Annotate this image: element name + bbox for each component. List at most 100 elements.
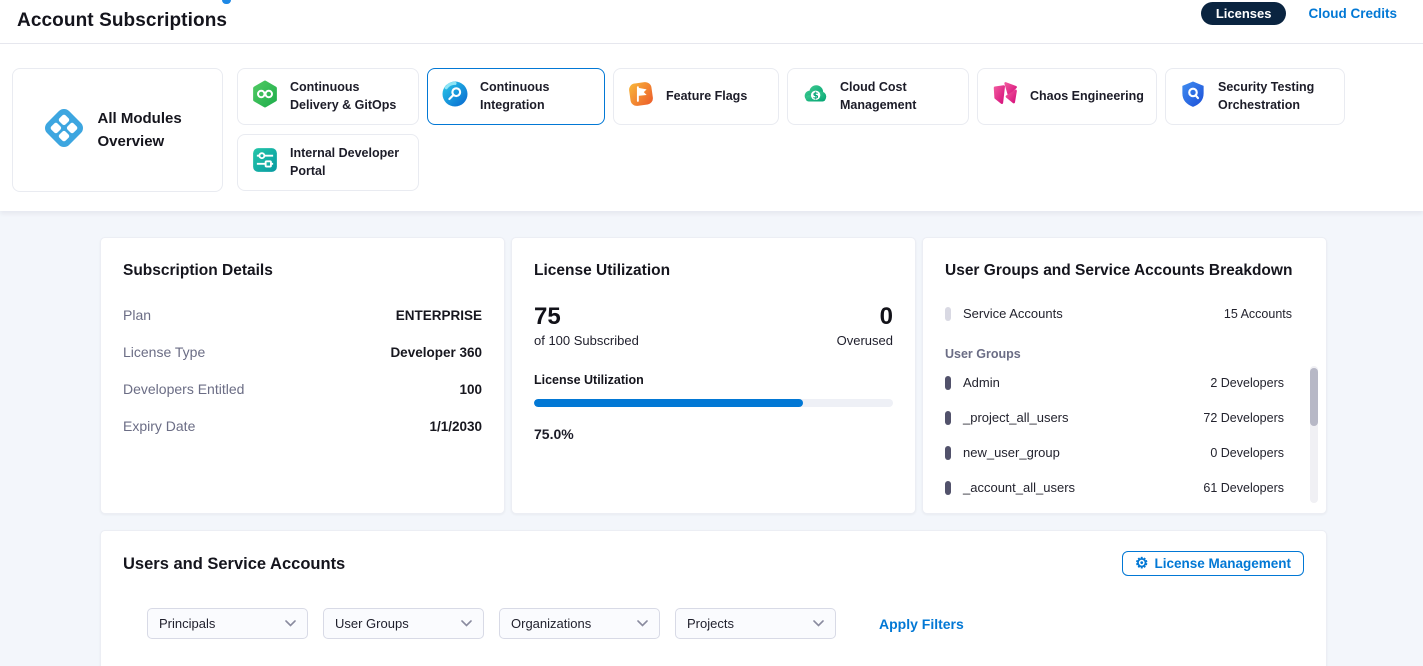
module-label: Cloud Cost Management <box>840 79 956 114</box>
clipped-header-icon <box>222 0 231 4</box>
detail-value: Developer 360 <box>390 345 482 360</box>
user-group-row: _account_all_users 61 Developers <box>945 480 1284 495</box>
module-card-chaos-engineering[interactable]: Chaos Engineering <box>977 68 1157 125</box>
header-tabs: Licenses Cloud Credits <box>1201 2 1397 25</box>
detail-row-plan: Plan ENTERPRISE <box>123 307 482 323</box>
utilization-percent: 75.0% <box>534 426 893 442</box>
module-row-2: Internal Developer Portal <box>237 134 1345 191</box>
chevron-down-icon <box>637 620 648 627</box>
feature-flags-icon <box>626 79 656 114</box>
detail-label: License Type <box>123 344 205 360</box>
cloud-cost-icon: $ <box>800 79 830 114</box>
service-accounts-row: Service Accounts 15 Accounts <box>945 306 1304 321</box>
breakdown-scrollbar-track[interactable] <box>1310 366 1318 503</box>
module-card-cd-gitops[interactable]: Continuous Delivery & GitOps <box>237 68 419 125</box>
detail-value: 1/1/2030 <box>429 419 482 434</box>
module-row-1: Continuous Delivery & GitOps Continuous … <box>237 68 1345 125</box>
overused-block: 0 Overused <box>837 304 893 348</box>
user-group-marker <box>945 446 951 460</box>
service-accounts-count: 15 Accounts <box>1224 307 1292 321</box>
idp-icon <box>250 145 280 180</box>
utilization-progress-fill <box>534 399 803 407</box>
module-label: Continuous Delivery & GitOps <box>290 79 406 114</box>
license-utilization-card: License Utilization 75 of 100 Subscribed… <box>511 237 916 514</box>
user-group-row: new_user_group 0 Developers <box>945 445 1284 460</box>
chevron-down-icon <box>461 620 472 627</box>
all-modules-overview-card[interactable]: All Modules Overview <box>12 68 223 192</box>
detail-label: Developers Entitled <box>123 381 244 397</box>
service-accounts-label: Service Accounts <box>963 306 1063 321</box>
dropdown-label: Projects <box>687 616 734 631</box>
subscription-detail-rows: Plan ENTERPRISE License Type Developer 3… <box>123 307 482 434</box>
detail-value: 100 <box>459 382 482 397</box>
projects-dropdown[interactable]: Projects <box>675 608 836 639</box>
module-card-internal-developer-portal[interactable]: Internal Developer Portal <box>237 134 419 191</box>
chaos-icon <box>990 79 1020 114</box>
usage-summary: 75 of 100 Subscribed 0 Overused <box>534 304 893 348</box>
page-header: Account Subscriptions Licenses Cloud Cre… <box>0 0 1423 44</box>
module-selector-strip: All Modules Overview Continuous Delivery… <box>0 44 1423 211</box>
utilization-bar-label: License Utilization <box>534 373 893 387</box>
dropdown-label: User Groups <box>335 616 409 631</box>
detail-row-expiry-date: Expiry Date 1/1/2030 <box>123 418 482 434</box>
user-groups-dropdown[interactable]: User Groups <box>323 608 484 639</box>
detail-label: Expiry Date <box>123 418 195 434</box>
user-group-name: Admin <box>963 375 1000 390</box>
overused-count: 0 <box>837 304 893 330</box>
module-card-cloud-cost[interactable]: $ Cloud Cost Management <box>787 68 969 125</box>
page-title: Account Subscriptions <box>17 10 227 32</box>
cd-gitops-icon <box>250 79 280 114</box>
cloud-credits-tab[interactable]: Cloud Credits <box>1308 6 1397 21</box>
user-group-name: _project_all_users <box>963 410 1069 425</box>
used-caption: of 100 Subscribed <box>534 333 639 348</box>
overused-caption: Overused <box>837 333 893 348</box>
user-groups-heading: User Groups <box>945 347 1304 361</box>
module-label: Security Testing Orchestration <box>1218 79 1332 114</box>
principals-dropdown[interactable]: Principals <box>147 608 308 639</box>
user-group-count: 61 Developers <box>1203 481 1284 495</box>
detail-label: Plan <box>123 307 151 323</box>
detail-row-developers-entitled: Developers Entitled 100 <box>123 381 482 397</box>
apply-filters-button[interactable]: Apply Filters <box>879 616 964 632</box>
user-group-marker <box>945 411 951 425</box>
all-modules-label: All Modules Overview <box>98 107 194 154</box>
user-group-name: _account_all_users <box>963 480 1075 495</box>
module-label: Chaos Engineering <box>1030 88 1144 106</box>
user-group-count: 0 Developers <box>1210 446 1284 460</box>
module-label: Continuous Integration <box>480 79 592 114</box>
all-modules-icon <box>42 106 86 155</box>
organizations-dropdown[interactable]: Organizations <box>499 608 660 639</box>
summary-cards-row: Subscription Details Plan ENTERPRISE Lic… <box>100 237 1327 514</box>
module-card-continuous-integration[interactable]: Continuous Integration <box>427 68 605 125</box>
license-utilization-title: License Utilization <box>534 262 893 280</box>
detail-row-license-type: License Type Developer 360 <box>123 344 482 360</box>
module-label: Feature Flags <box>666 88 747 106</box>
licenses-tab[interactable]: Licenses <box>1201 2 1287 25</box>
detail-value: ENTERPRISE <box>396 308 482 323</box>
breakdown-card: User Groups and Service Accounts Breakdo… <box>922 237 1327 514</box>
security-testing-icon <box>1178 79 1208 114</box>
user-group-marker <box>945 376 951 390</box>
user-group-row: _project_all_users 72 Developers <box>945 410 1284 425</box>
chevron-down-icon <box>813 620 824 627</box>
user-groups-list: Admin 2 Developers _project_all_users 72… <box>945 375 1304 495</box>
user-group-row: Admin 2 Developers <box>945 375 1284 390</box>
user-group-count: 2 Developers <box>1210 376 1284 390</box>
module-card-feature-flags[interactable]: Feature Flags <box>613 68 779 125</box>
license-management-button[interactable]: ⚙ License Management <box>1122 551 1304 576</box>
license-management-label: License Management <box>1154 556 1291 571</box>
subscription-details-title: Subscription Details <box>123 262 482 280</box>
users-service-accounts-card: Users and Service Accounts ⚙ License Man… <box>100 530 1327 666</box>
breakdown-title: User Groups and Service Accounts Breakdo… <box>945 262 1304 280</box>
breakdown-scrollbar-thumb[interactable] <box>1310 368 1318 426</box>
module-card-security-testing[interactable]: Security Testing Orchestration <box>1165 68 1345 125</box>
module-grid: Continuous Delivery & GitOps Continuous … <box>237 68 1345 192</box>
service-accounts-marker <box>945 307 951 321</box>
dropdown-label: Organizations <box>511 616 591 631</box>
utilization-progress-track <box>534 399 893 407</box>
module-label: Internal Developer Portal <box>290 145 406 180</box>
content-area: Subscription Details Plan ENTERPRISE Lic… <box>0 211 1423 666</box>
used-count: 75 <box>534 304 639 330</box>
user-group-marker <box>945 481 951 495</box>
chevron-down-icon <box>285 620 296 627</box>
